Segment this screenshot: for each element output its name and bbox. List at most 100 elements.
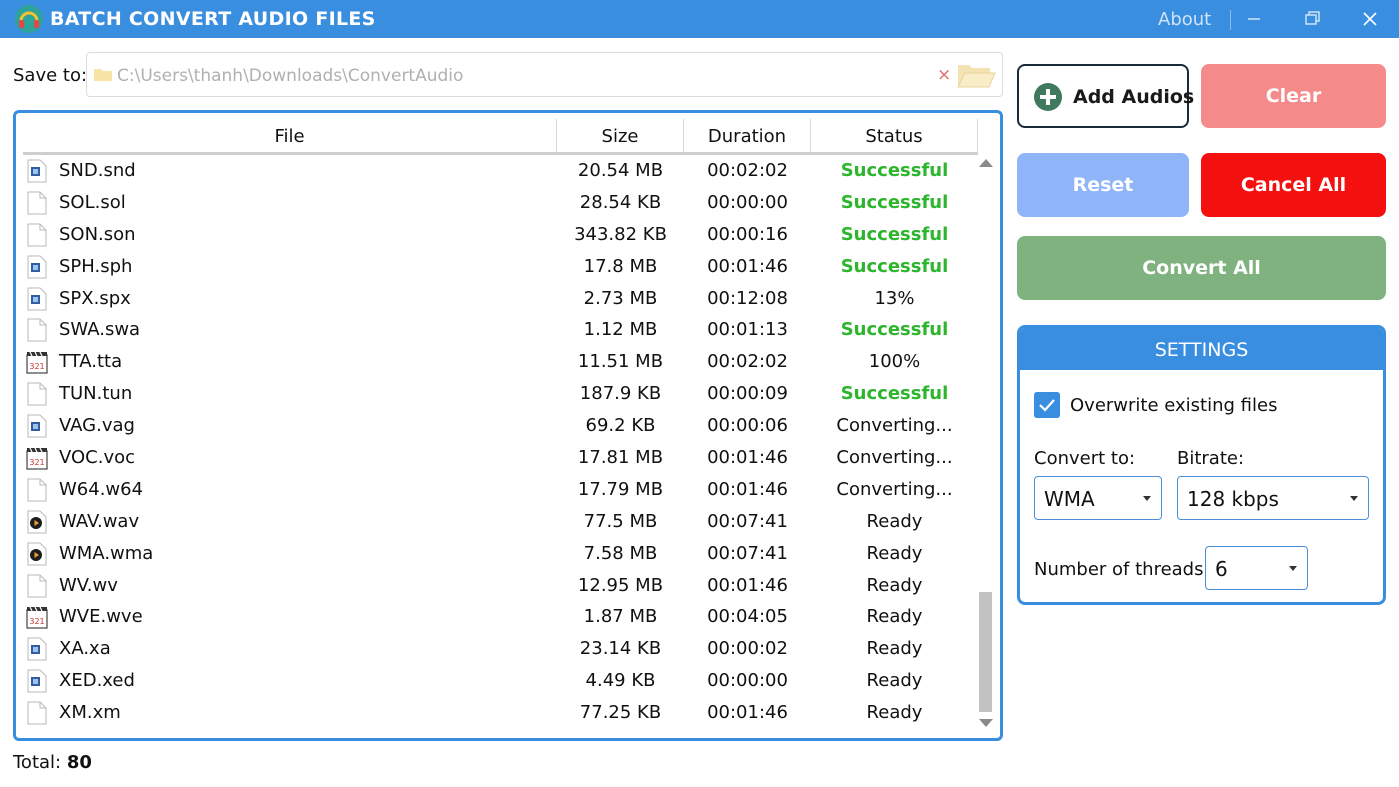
file-name: VOC.voc (59, 447, 136, 469)
blank-file-icon (26, 318, 48, 342)
file-status: Successful (840, 191, 949, 213)
audio-file-icon (26, 255, 48, 279)
vertical-scrollbar[interactable] (977, 157, 993, 730)
file-name: SND.snd (59, 160, 136, 181)
minimize-icon[interactable] (1240, 6, 1268, 32)
file-status: Converting... (836, 478, 953, 500)
file-size: 69.2 KB (585, 415, 656, 437)
file-name: XED.xed (59, 670, 135, 692)
file-size: 23.14 KB (579, 638, 662, 660)
clear-button[interactable]: Clear (1201, 64, 1386, 128)
file-size: 17.81 MB (577, 447, 664, 469)
table-row[interactable]: XM.xm 77.25 KB 00:01:46 Ready (23, 697, 978, 729)
file-duration: 00:07:41 (707, 510, 788, 532)
file-size: 7.58 MB (583, 542, 658, 564)
table-row[interactable]: SPH.sph 17.8 MB 00:01:46 Successful (23, 251, 978, 283)
file-duration: 00:01:46 (707, 702, 788, 724)
file-status: Successful (840, 223, 949, 245)
file-duration: 00:04:05 (707, 606, 788, 628)
table-row[interactable]: TUN.tun 187.9 KB 00:00:09 Successful (23, 378, 978, 410)
convert-to-value: WMA (1044, 487, 1095, 511)
scroll-up-arrow-icon[interactable] (979, 159, 993, 167)
overwrite-checkbox[interactable] (1034, 392, 1060, 418)
plus-circle-icon (1034, 83, 1062, 111)
table-row[interactable]: 321 VOC.voc 17.81 MB 00:01:46 Converting... (23, 442, 978, 474)
column-header-status[interactable]: Status (811, 119, 978, 152)
table-row[interactable]: 321 TTA.tta 11.51 MB 00:02:02 100% (23, 346, 978, 378)
file-name: XM.xm (59, 702, 121, 724)
table-row[interactable]: 321 WVE.wve 1.87 MB 00:04:05 Ready (23, 601, 978, 633)
file-name: SPX.spx (59, 287, 131, 309)
file-size: 1.87 MB (583, 606, 658, 628)
clapper-file-icon: 321 (26, 446, 48, 470)
file-duration: 00:01:46 (707, 255, 788, 277)
bitrate-label: Bitrate: (1177, 448, 1245, 469)
column-header-size[interactable]: Size (557, 119, 684, 152)
about-link[interactable]: About (1158, 9, 1211, 30)
file-status: Ready (866, 638, 923, 660)
file-duration: 00:01:46 (707, 447, 788, 469)
scroll-thumb[interactable] (979, 592, 992, 712)
audio-file-icon (26, 669, 48, 693)
file-duration: 00:02:02 (707, 351, 788, 373)
total-label: Total: (13, 752, 62, 773)
column-header-file[interactable]: File (23, 119, 557, 152)
convert-to-select[interactable]: WMA (1034, 476, 1162, 520)
file-size: 77.25 KB (579, 702, 662, 724)
svg-text:321: 321 (29, 617, 44, 626)
chevron-down-icon (1143, 496, 1151, 501)
scroll-down-arrow-icon[interactable] (979, 719, 993, 727)
blank-file-icon (26, 478, 48, 502)
title-bar: BATCH CONVERT AUDIO FILES About (0, 0, 1399, 38)
table-row[interactable]: SPX.spx 2.73 MB 00:12:08 13% (23, 283, 978, 315)
open-folder-icon[interactable] (956, 61, 996, 89)
file-duration: 00:01:13 (707, 319, 788, 341)
close-icon[interactable] (1356, 6, 1384, 32)
clear-path-icon[interactable]: × (937, 65, 951, 85)
column-header-duration[interactable]: Duration (684, 119, 811, 152)
file-size: 11.51 MB (577, 351, 664, 373)
file-name: SPH.sph (59, 255, 133, 277)
file-name: VAG.vag (59, 415, 135, 437)
file-name: XA.xa (59, 638, 111, 660)
bitrate-select[interactable]: 128 kbps (1177, 476, 1369, 520)
reset-button[interactable]: Reset (1017, 153, 1189, 217)
table-row[interactable]: WV.wv 12.95 MB 00:01:46 Ready (23, 570, 978, 602)
threads-select[interactable]: 6 (1205, 546, 1308, 590)
add-audios-label: Add Audios (1073, 86, 1195, 108)
file-status: Converting... (836, 415, 953, 437)
file-name: WV.wv (59, 574, 118, 596)
convert-all-button[interactable]: Convert All (1017, 236, 1386, 300)
table-row[interactable]: SND.snd 20.54 MB 00:02:02 Successful (23, 155, 978, 187)
table-row[interactable]: W64.w64 17.79 MB 00:01:46 Converting... (23, 474, 978, 506)
restore-icon[interactable] (1298, 6, 1326, 32)
audio-file-icon (26, 414, 48, 438)
clapper-file-icon: 321 (26, 350, 48, 374)
file-list: File Size Duration Status SND.snd 20.54 M… (13, 110, 1003, 741)
file-name: SOL.sol (59, 191, 126, 213)
file-status: Ready (866, 574, 923, 596)
save-path-placeholder: C:\Users\thanh\Downloads\ConvertAudio (117, 66, 464, 86)
blank-file-icon (26, 701, 48, 725)
table-row[interactable]: SON.son 343.82 KB 00:00:16 Successful (23, 219, 978, 251)
file-name: WVE.wve (59, 606, 143, 628)
file-size: 17.79 MB (577, 478, 664, 500)
file-name: TUN.tun (59, 383, 133, 405)
table-row[interactable]: WMA.wma 7.58 MB 00:07:41 Ready (23, 538, 978, 570)
table-row[interactable]: SOL.sol 28.54 KB 00:00:00 Successful (23, 187, 978, 219)
table-row[interactable]: SWA.swa 1.12 MB 00:01:13 Successful (23, 314, 978, 346)
cancel-all-button[interactable]: Cancel All (1201, 153, 1386, 217)
file-size: 187.9 KB (579, 383, 662, 405)
file-name: SWA.swa (59, 319, 141, 341)
table-row[interactable]: XED.xed 4.49 KB 00:00:00 Ready (23, 665, 978, 697)
file-status: Ready (866, 606, 923, 628)
table-row[interactable]: WAV.wav 77.5 MB 00:07:41 Ready (23, 506, 978, 538)
add-audios-button[interactable]: Add Audios (1017, 64, 1194, 128)
table-row[interactable]: VAG.vag 69.2 KB 00:00:06 Converting... (23, 410, 978, 442)
file-size: 17.8 MB (583, 255, 658, 277)
table-row[interactable]: XA.xa 23.14 KB 00:00:02 Ready (23, 633, 978, 665)
overwrite-label[interactable]: Overwrite existing files (1070, 395, 1277, 416)
blank-file-icon (26, 223, 48, 247)
total-value: 80 (66, 752, 92, 773)
save-path-input[interactable]: C:\Users\thanh\Downloads\ConvertAudio × (86, 52, 1003, 97)
